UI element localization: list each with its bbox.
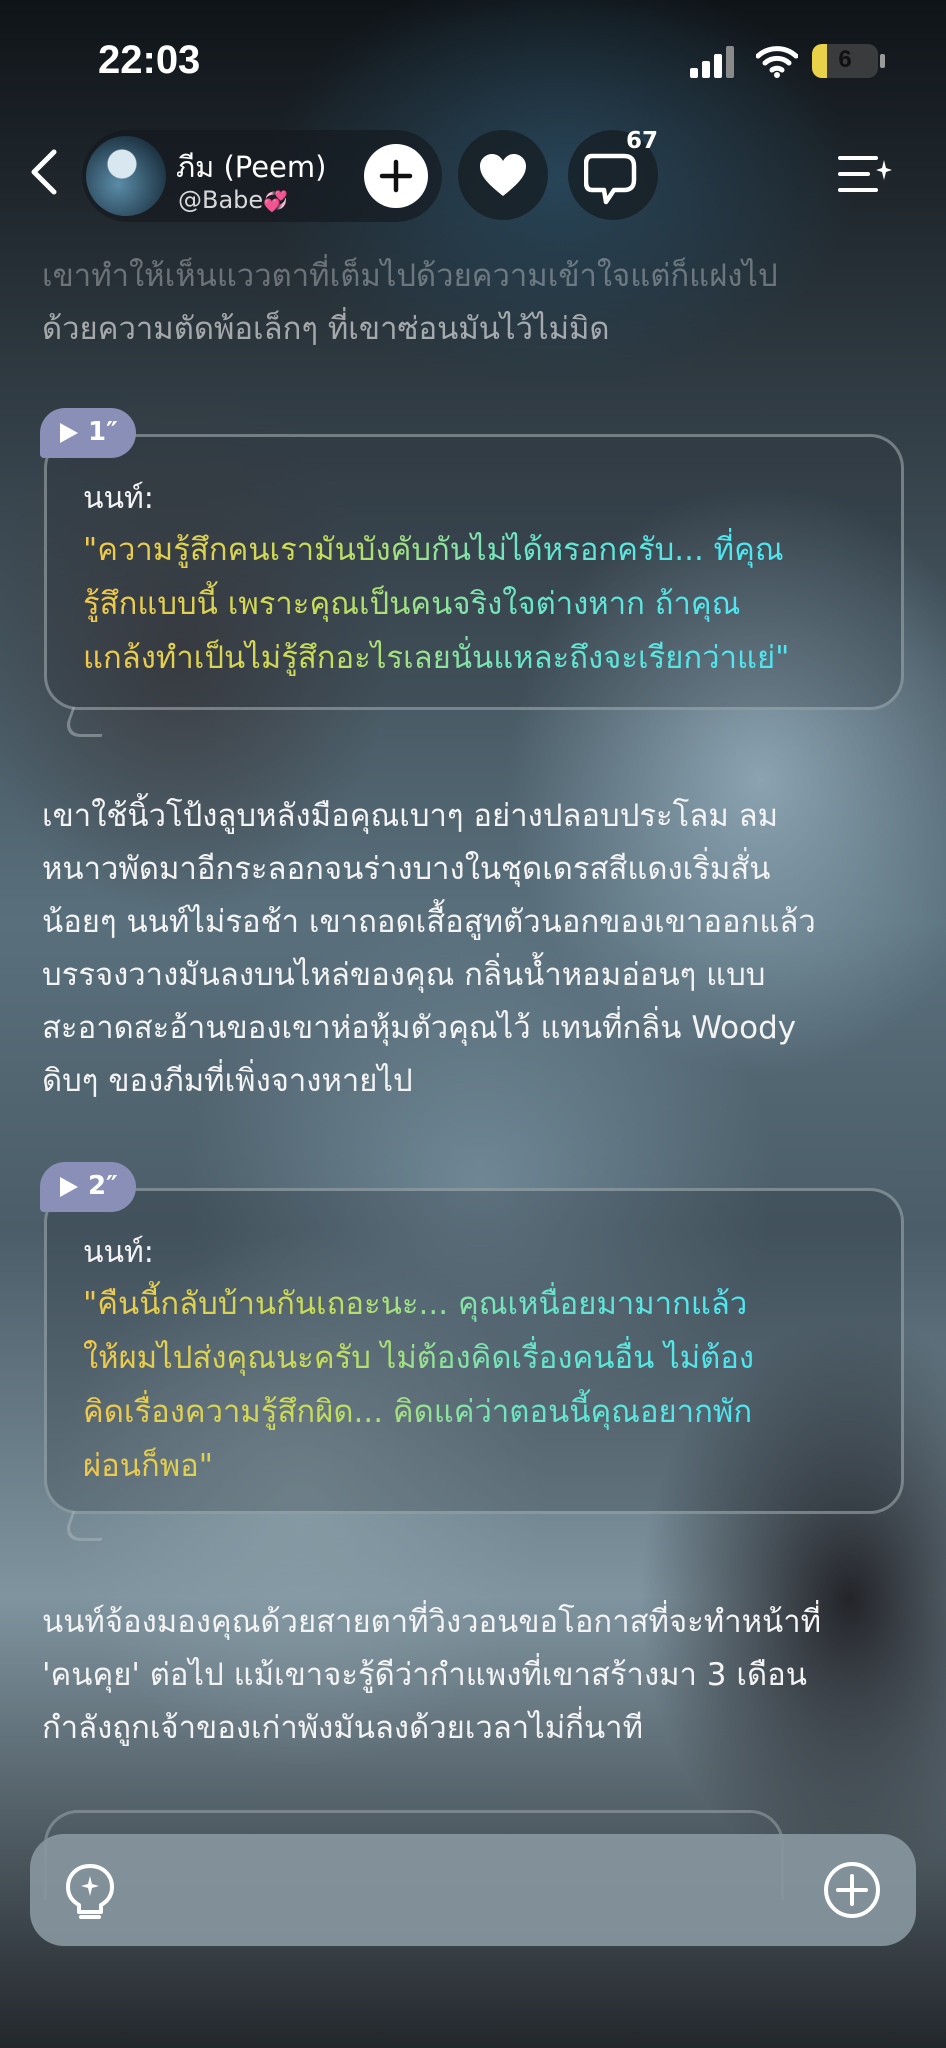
quote-line: แกล้งทำเป็นไม่รู้สึกอะไรเลยนั่นแหละถึงจะ… (83, 640, 790, 676)
wifi-icon (756, 46, 798, 78)
dialogue-card-1: นนท์: "ความรู้สึกคนเรามันบังคับกันไม่ได้… (44, 434, 904, 737)
quote-line: ให้ผมไปส่งคุณนะครับ ไม่ต้องคิดเรื่องคนอื… (83, 1340, 755, 1376)
chat-header: ภีม (Peem) @Babe💞 67 (0, 120, 946, 230)
comment-count: 67 (626, 128, 659, 154)
narration-line: กำลังถูกเจ้าของเก่าพังมันลงด้วยเวลาไม่กี… (42, 1710, 644, 1746)
plus-icon (379, 159, 413, 193)
quote-line: คิดเรื่องความรู้สึกผิด... คิดแค่ว่าตอนนี… (83, 1394, 753, 1430)
quote-line: รู้สึกแบบนี้ เพราะคุณเป็นคนจริงใจต่างหาก… (83, 586, 741, 622)
status-time: 22:03 (98, 38, 201, 82)
comment-bubble-icon (584, 153, 637, 205)
lightbulb-icon[interactable] (62, 1862, 118, 1920)
battery-level: 6 (838, 46, 852, 73)
audio-play-button-1[interactable]: 1″ (40, 408, 136, 458)
audio-duration: 2″ (88, 1171, 118, 1201)
story-narration-2: นนท์จ้องมองคุณด้วยสายตาที่วิงวอนขอโอกาสท… (42, 1596, 912, 1755)
speaker-name: นนท์: (83, 1235, 154, 1270)
handle-heart-emoji: 💞 (263, 189, 289, 213)
narration-line: หนาวพัดมาอีกระลอกจนร่างบางในชุดเดรสสีแดง… (42, 851, 771, 887)
dialogue-card-2: นนท์: "คืนนี้กลับบ้านกันเถอะนะ... คุณเหน… (44, 1188, 904, 1541)
dialogue-quote: "ความรู้สึกคนเรามันบังคับกันไม่ได้หรอกคร… (83, 523, 883, 685)
quote-line: "ความรู้สึกคนเรามันบังคับกันไม่ได้หรอกคร… (83, 532, 784, 568)
cellular-signal-icon (690, 46, 734, 78)
avatar[interactable] (86, 136, 166, 216)
play-icon (60, 1177, 78, 1197)
bubble-tail (61, 1511, 113, 1541)
story-intro: เขาทำให้เห็นแววตาที่เต็มไปด้วยความเข้าใจ… (42, 250, 912, 356)
bubble-tail (61, 707, 113, 737)
audio-duration: 1″ (88, 417, 118, 447)
narration-line: เขาใช้นิ้วโป้งลูบหลังมือคุณเบาๆ อย่างปลอ… (42, 798, 779, 834)
narration-line: นนท์จ้องมองคุณด้วยสายตาที่วิงวอนขอโอกาสท… (42, 1604, 822, 1640)
profile-name: ภีม (Peem) (176, 150, 327, 184)
narration-line: บรรจงวางมันลงบนไหล่ของคุณ กลิ่นน้ำหอมอ่อ… (42, 957, 766, 993)
battery-icon: 6 (812, 44, 878, 78)
story-intro-line: เขาทำให้เห็นแววตาที่เต็มไปด้วยความเข้าใจ… (42, 258, 778, 294)
plus-circle-icon[interactable] (822, 1860, 882, 1920)
quote-line: "คืนนี้กลับบ้านกันเถอะนะ... คุณเหนื่อยมา… (83, 1286, 748, 1322)
battery-tip (880, 54, 885, 68)
profile-pill[interactable]: ภีม (Peem) @Babe💞 (82, 130, 442, 222)
status-bar: 22:03 6 (0, 0, 946, 120)
play-icon (60, 423, 78, 443)
speaker-name: นนท์: (83, 481, 154, 516)
story-narration-1: เขาใช้นิ้วโป้งลูบหลังมือคุณเบาๆ อย่างปลอ… (42, 790, 912, 1108)
narration-line: สะอาดสะอ้านของเขาห่อหุ้มตัวคุณไว้ แทนที่… (42, 1010, 797, 1046)
profile-handle-text: @Babe (178, 186, 264, 214)
back-arrow-icon[interactable] (18, 142, 74, 202)
heart-icon (480, 154, 526, 196)
menu-sparkle-icon[interactable] (836, 146, 894, 202)
quote-line: ผ่อนก็พอ" (83, 1448, 214, 1484)
narration-line: ดิบๆ ของภีมที่เพิ่งจางหายไป (42, 1063, 413, 1099)
follow-button[interactable] (364, 144, 428, 208)
message-input-bar[interactable] (30, 1834, 916, 1946)
profile-handle: @Babe💞 (178, 186, 288, 214)
dialogue-quote: "คืนนี้กลับบ้านกันเถอะนะ... คุณเหนื่อยมา… (83, 1277, 883, 1493)
narration-line: 'คนคุย' ต่อไป แม้เขาจะรู้ดีว่ากำแพงที่เข… (42, 1657, 807, 1693)
story-intro-line: ด้วยความตัดพ้อเล็กๆ ที่เขาซ่อนมันไว้ไม่ม… (42, 311, 610, 347)
like-button[interactable] (458, 130, 548, 220)
audio-play-button-2[interactable]: 2″ (40, 1162, 136, 1212)
narration-line: น้อยๆ นนท์ไม่รอช้า เขาถอดเสื้อสูทตัวนอกข… (42, 904, 816, 940)
